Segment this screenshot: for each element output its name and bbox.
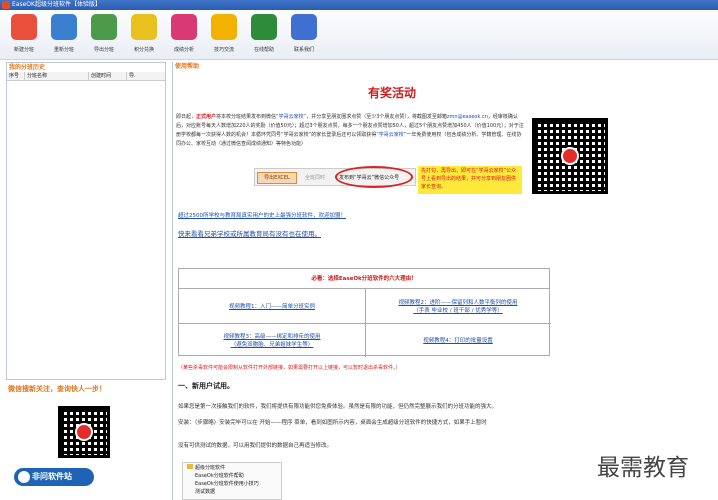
history-title: 我的分班历史: [9, 64, 46, 71]
reclass-icon: [51, 14, 77, 40]
link-check-schools[interactable]: 快来看看兄弟学校或所属教育局有没有也在使用。: [178, 228, 321, 238]
score-analysis-icon: [171, 14, 197, 40]
toolbar-button-label: 联系我们: [293, 47, 314, 53]
promo-text-1: 即日起，: [176, 114, 197, 120]
promo-link-2[interactable]: “学哥云家校”: [376, 132, 406, 138]
wechat-qr-code: [58, 406, 110, 458]
reclass-button[interactable]: 重新分班: [48, 14, 80, 58]
tips-star-icon: [211, 14, 237, 40]
reasons-table: 必看：选择EaseOk分班软件的六大理由！ 视频教程1：入门——简单分班实例 视…: [178, 268, 551, 357]
toolbar-button-label: 新建分班: [13, 47, 34, 53]
video-tutorial-2-label: 视频教程2：进阶——保留列和人数平衡列的使用: [398, 300, 518, 306]
start-menu-tree: 超级分班软件 EaseOk分班软件帮助 EaseOk分班软件使用小技巧 测试数据: [182, 462, 282, 500]
points-exchange-icon: [131, 14, 157, 40]
tree-item-label: EaseOk分班软件帮助: [195, 473, 244, 479]
watermark: 最需教育: [597, 455, 689, 481]
tree-item[interactable]: EaseOk分班软件帮助: [187, 472, 277, 480]
help-title: 使用帮助: [175, 63, 200, 70]
new-class-icon: [11, 14, 37, 40]
tree-item-label: 测试数据: [195, 489, 216, 495]
all-class-checkbox-label[interactable]: 全班同时: [305, 174, 325, 181]
yellow-note: 先打勾，再导出，即可在“学哥云家校”公众号上看到导出的结果，并可分享到朋友圈供家…: [418, 166, 522, 194]
contact-button[interactable]: 联系我们: [288, 14, 320, 58]
promo-email-link[interactable]: zmn@easeok.cn: [447, 114, 488, 120]
export-icon: [91, 14, 117, 40]
toolbar-button-label: 重新分班: [53, 47, 74, 53]
history-pane: 我的分班历史 序号 分班名称 创建时间 导.: [6, 62, 166, 380]
promo-text-3: ，并分享至朋友圈求点赞（至少3个朋友点赞），将截图发至邮箱: [306, 114, 447, 120]
tree-item[interactable]: EaseOk分班软件使用小技巧: [187, 480, 277, 488]
toolbar-button-label: 成绩分析: [173, 47, 194, 53]
toolbar-button-label: 技巧交流: [213, 47, 234, 53]
points-exchange-button[interactable]: 积分兑换: [128, 14, 160, 58]
toolbar-button-label: 积分兑换: [133, 47, 154, 53]
tree-item[interactable]: 超级分班软件: [187, 464, 277, 472]
export-demo-bar: 导出EXCEL 全班同时 发布到“学哥云”微信公众号: [254, 166, 416, 188]
video-tutorial-3-label: 视频教程3：高级——绑定和排斥的使用: [223, 334, 321, 340]
link-strongest-software[interactable]: 超过2500所学校与教育局真实用户的史上最强分班软件，欢迎加盟！: [178, 211, 346, 219]
contact-icon: [291, 14, 317, 40]
antivirus-note: （某些杀毒软件可能会限制从软件打开外部链接，如果需要打开以上链接，可以暂时退出杀…: [178, 365, 401, 371]
brand-name: 非问软件站: [32, 472, 72, 481]
promo-text-2: 将本校分班结果发布到微信: [216, 114, 277, 120]
online-help-icon: [251, 14, 277, 40]
highlight-circle: [335, 166, 413, 188]
tree-item[interactable]: 测试数据: [187, 488, 277, 496]
intro-paragraph: 如果您是第一次接触我们的软件，我们将提供有限功能供您免费体验。虽然是有限的功能，…: [178, 404, 498, 410]
folder-icon: [187, 464, 193, 469]
video-tutorial-1-link[interactable]: 视频教程1：入门——简单分班实例: [179, 289, 365, 323]
video-tutorial-2-link[interactable]: 视频教程2：进阶——保留列和人数平衡列的使用 （手表 毕业校 / 班干部 / 优秀…: [365, 289, 551, 323]
col-created-time[interactable]: 创建时间: [89, 72, 127, 80]
window-titlebar: EaseOK超级分班软件【体验版】: [0, 0, 718, 10]
col-export[interactable]: 导.: [127, 72, 165, 80]
new-class-button[interactable]: 新建分班: [8, 14, 40, 58]
video-tutorial-2-note: （手表 毕业校 / 班干部 / 优秀学等）: [413, 308, 503, 314]
export-button[interactable]: 导出分班: [88, 14, 120, 58]
video-tutorial-3-link[interactable]: 视频教程3：高级——绑定和排斥的使用 （避免双胞胎、兄弟姐妹学生等）: [179, 323, 365, 357]
video-tutorial-1-label: 视频教程1：入门——简单分班实例: [228, 304, 315, 310]
section-heading: 一、新用户试用。: [178, 382, 234, 390]
score-analysis-button[interactable]: 成绩分析: [168, 14, 200, 58]
brand-e-icon: [18, 471, 30, 483]
history-table-header: 序号 分班名称 创建时间 导.: [7, 72, 165, 81]
col-class-name[interactable]: 分班名称: [25, 72, 89, 80]
online-help-button[interactable]: 在线帮助: [248, 14, 280, 58]
promo-text-5: 的家长登录后还可以领取获得: [311, 132, 377, 138]
window-title: EaseOK超级分班软件【体验版】: [12, 1, 101, 8]
video-tutorial-3-note: （避免双胞胎、兄弟姐妹学生等）: [230, 342, 314, 348]
promo-title: 有奖活动: [368, 86, 417, 100]
toolbar-button-label: 导出分班: [93, 47, 114, 53]
main-toolbar: 新建分班 重新分班 导出分班 积分兑换 成绩分析 技巧交流 在线帮助 联系我们: [0, 10, 718, 60]
app-logo-icon: [2, 1, 10, 9]
tree-item-label: 超级分班软件: [195, 465, 226, 471]
promo-text-bold: 正式用户: [196, 114, 217, 120]
reasons-title[interactable]: 必看：选择EaseOk分班软件的六大理由！: [179, 269, 549, 289]
tips-star-button[interactable]: 技巧交流: [208, 14, 240, 58]
promo-link[interactable]: “学哥云家校”: [276, 114, 306, 120]
promo-qr-code: [532, 118, 608, 194]
wechat-title: 微信搜新关注，查询快人一步！: [8, 385, 106, 393]
video-tutorial-4-link[interactable]: 视频教程4：打印的批量设置: [365, 323, 551, 357]
col-index[interactable]: 序号: [7, 72, 25, 80]
video-tutorial-4-label: 视频教程4：打印的批量设置: [423, 338, 493, 344]
install-paragraph: 安装：（步骤略）安装完毕可以在 开始——程序 菜单，看到如图所示内容，桌面会生成…: [178, 420, 487, 426]
promo-text: 即日起，正式用户将本校分班结果发布到微信“学哥云家校”，并分享至朋友圈求点赞（至…: [176, 113, 524, 149]
brand-logo: 非问软件站: [14, 468, 94, 486]
wechat-panel: 微信搜新关注，查询快人一步！ 非问软件站: [6, 382, 166, 500]
tree-item-label: EaseOk分班软件使用小技巧: [195, 481, 259, 487]
export-excel-button[interactable]: 导出EXCEL: [257, 172, 297, 184]
test-data-paragraph: 没有可供测试的数据，可以用我们提供的数据自己再适当修改。: [178, 443, 333, 449]
toolbar-button-label: 在线帮助: [253, 47, 274, 53]
